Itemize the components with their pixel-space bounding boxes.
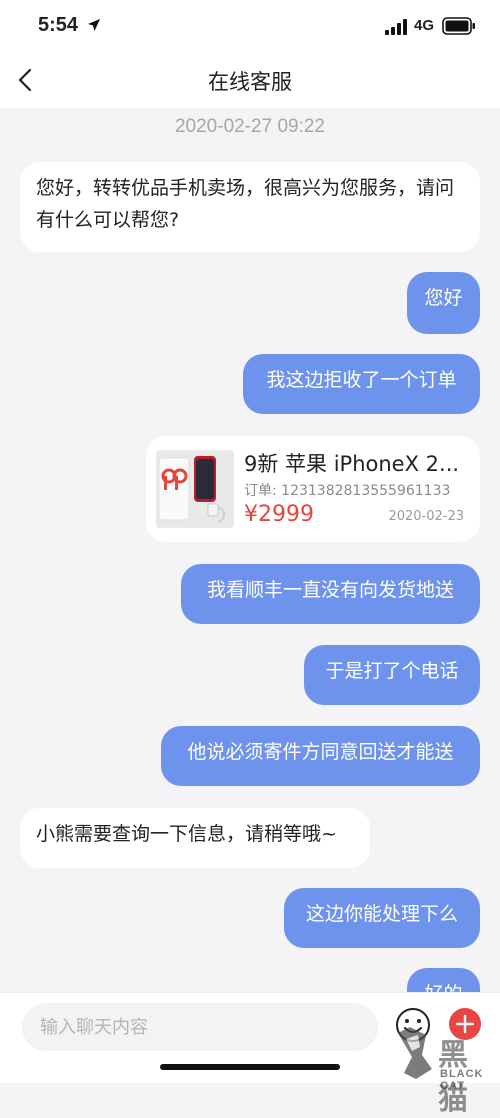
iphone-product-image bbox=[156, 450, 234, 528]
agent-message: 您好，转转优品手机卖场，很高兴为您服务，请问有什么可以帮您? bbox=[20, 162, 480, 252]
user-message: 于是打了个电话 bbox=[304, 645, 480, 705]
order-card[interactable]: 9新 苹果 iPhoneX 2... 订单: 12313828135559611… bbox=[146, 436, 480, 542]
page-title: 在线客服 bbox=[208, 71, 292, 94]
user-message: 他说必须寄件方同意回送才能送 bbox=[161, 726, 480, 786]
battery-icon bbox=[442, 17, 475, 35]
order-number: 订单: 1231382813555961133 bbox=[244, 483, 451, 499]
chat-timestamp: 2020-02-27 09:22 bbox=[174, 116, 325, 137]
location-arrow-icon bbox=[88, 19, 100, 31]
agent-message: 小熊需要查询一下信息，请稍等哦~ bbox=[20, 808, 370, 868]
status-time: 5:54 bbox=[38, 14, 79, 36]
product-thumbnail bbox=[156, 450, 234, 528]
watermark-subtext: BLACK CAT bbox=[440, 1068, 484, 1092]
order-date: 2020-02-23 bbox=[388, 509, 464, 524]
user-message: 我看顺丰一直没有向发货地送 bbox=[181, 564, 480, 624]
nav-bar: 在线客服 bbox=[0, 52, 500, 108]
product-title: 9新 苹果 iPhoneX 2... bbox=[244, 452, 460, 476]
user-message: 这边你能处理下么 bbox=[284, 888, 480, 948]
user-message: 我这边拒收了一个订单 bbox=[243, 354, 480, 414]
order-price: ¥2999 bbox=[244, 502, 314, 527]
network-type: 4G bbox=[414, 17, 435, 34]
cellular-signal-icon bbox=[385, 19, 407, 35]
chat-input[interactable] bbox=[22, 1003, 378, 1051]
user-message: 您好 bbox=[407, 272, 480, 334]
home-indicator bbox=[160, 1064, 340, 1070]
status-bar: 5:54 4G bbox=[0, 0, 500, 52]
